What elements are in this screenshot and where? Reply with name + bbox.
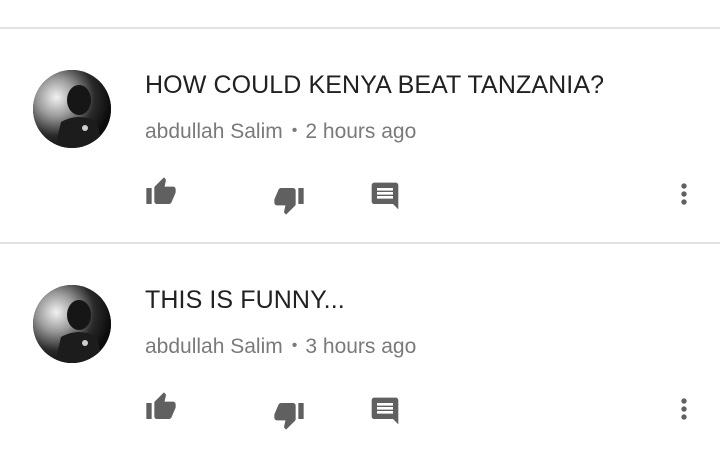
more-options-button[interactable] bbox=[664, 389, 704, 429]
reply-button[interactable] bbox=[365, 391, 405, 431]
comment-item: HOW COULD KENYA BEAT TANZANIA? abdullah … bbox=[0, 29, 720, 243]
reply-icon bbox=[369, 395, 401, 427]
comment-text: THIS IS FUNNY... bbox=[145, 286, 345, 314]
dislike-button[interactable] bbox=[269, 180, 309, 220]
more-options-button[interactable] bbox=[664, 174, 704, 214]
like-icon bbox=[145, 176, 177, 208]
reply-button[interactable] bbox=[365, 176, 405, 216]
separator: • bbox=[291, 337, 298, 354]
timestamp: 2 hours ago bbox=[305, 120, 417, 143]
comment-meta: abdullah Salim • 2 hours ago bbox=[145, 120, 416, 144]
comment-item: THIS IS FUNNY... abdullah Salim • 3 hours … bbox=[0, 244, 720, 450]
dislike-icon bbox=[273, 184, 305, 216]
author-name[interactable]: abdullah Salim bbox=[145, 335, 283, 358]
author-name[interactable]: abdullah Salim bbox=[145, 120, 283, 143]
avatar[interactable] bbox=[33, 285, 111, 363]
timestamp: 3 hours ago bbox=[305, 335, 417, 358]
more-vert-icon bbox=[668, 393, 700, 425]
like-icon bbox=[145, 391, 177, 423]
like-button[interactable] bbox=[141, 387, 181, 427]
like-button[interactable] bbox=[141, 172, 181, 212]
dislike-button[interactable] bbox=[269, 395, 309, 435]
comment-text: HOW COULD KENYA BEAT TANZANIA? bbox=[145, 71, 605, 99]
comment-meta: abdullah Salim • 3 hours ago bbox=[145, 335, 416, 359]
comments-page: HOW COULD KENYA BEAT TANZANIA? abdullah … bbox=[0, 0, 720, 450]
dislike-icon bbox=[273, 399, 305, 431]
separator: • bbox=[291, 122, 298, 139]
reply-icon bbox=[369, 180, 401, 212]
avatar[interactable] bbox=[33, 70, 111, 148]
more-vert-icon bbox=[668, 178, 700, 210]
